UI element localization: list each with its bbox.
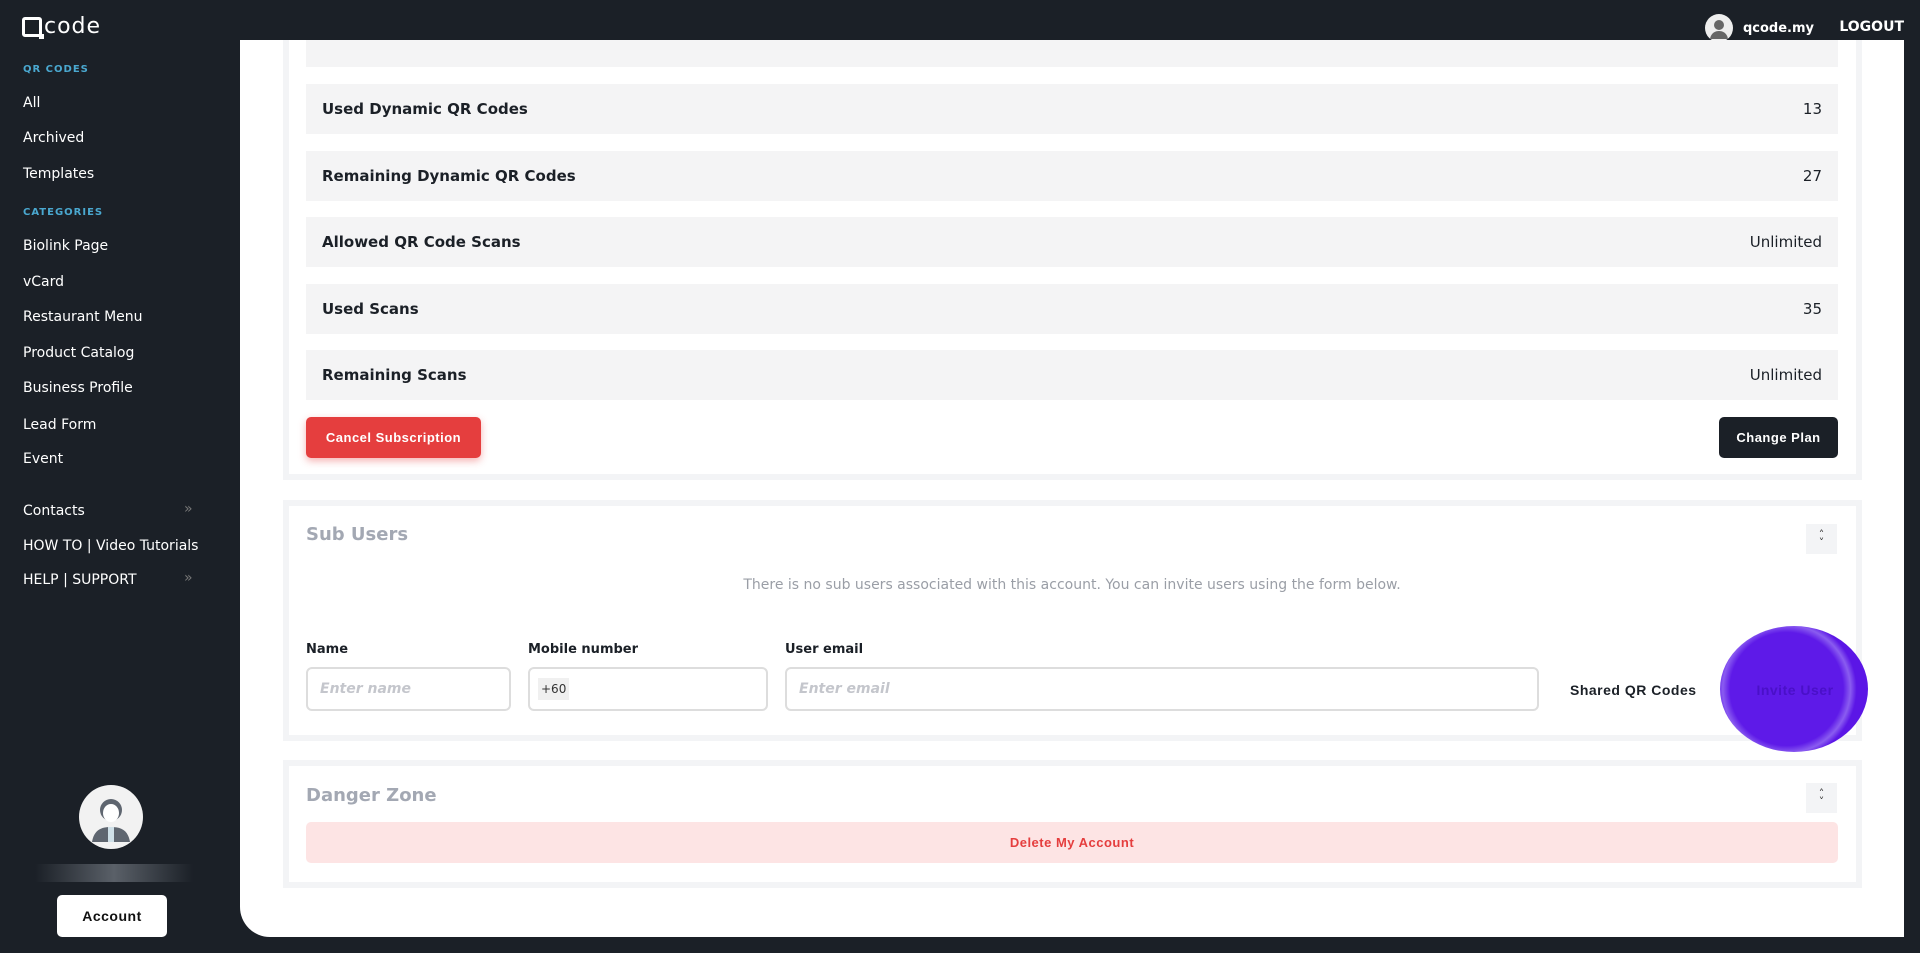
- row-label: Remaining Scans: [322, 366, 467, 384]
- user-menu[interactable]: qcode.my: [1704, 14, 1814, 42]
- email-input[interactable]: [785, 667, 1539, 711]
- plan-row: Remaining Dynamic QR Codes 27: [306, 151, 1838, 201]
- avatar: [1704, 14, 1733, 42]
- row-label: Used Dynamic QR Codes: [322, 100, 528, 118]
- delete-account-button[interactable]: Delete My Account: [306, 822, 1838, 863]
- row-label: Remaining Dynamic QR Codes: [322, 167, 576, 185]
- row-value: Unlimited: [1749, 233, 1822, 251]
- plan-row-partial: [306, 40, 1838, 67]
- sidebar-item-lead-form[interactable]: Lead Form: [23, 417, 96, 433]
- email-label: User email: [785, 642, 864, 657]
- sidebar-item-archived[interactable]: Archived: [23, 130, 84, 146]
- plan-row: Allowed QR Code Scans Unlimited: [306, 217, 1838, 267]
- logo[interactable]: code: [22, 14, 101, 39]
- collapse-toggle-icon[interactable]: ˄ ˅: [1806, 783, 1837, 813]
- chevron-double-right-icon: »: [184, 501, 193, 517]
- username-placeholder-bar: [35, 864, 193, 882]
- username: qcode.my: [1742, 20, 1814, 36]
- sidebar-item-help-support[interactable]: HELP | SUPPORT: [23, 572, 137, 588]
- sidebar-item-vcard[interactable]: vCard: [23, 274, 64, 290]
- sidebar-section-categories: CATEGORIES: [23, 207, 104, 218]
- sidebar-item-event[interactable]: Event: [23, 451, 63, 467]
- logout-link[interactable]: LOGOUT: [1839, 19, 1904, 35]
- qr-logo-icon: [22, 16, 44, 39]
- mobile-label: Mobile number: [528, 642, 639, 657]
- user-icon: [92, 799, 130, 842]
- sidebar-item-restaurant-menu[interactable]: Restaurant Menu: [23, 309, 143, 325]
- account-button[interactable]: Account: [57, 895, 167, 937]
- row-value: Unlimited: [1749, 366, 1822, 384]
- plan-row: Used Dynamic QR Codes 13: [306, 84, 1838, 134]
- country-code-prefix[interactable]: +60: [538, 678, 570, 700]
- name-label: Name: [306, 642, 349, 657]
- sidebar-item-product-catalog[interactable]: Product Catalog: [23, 345, 134, 361]
- row-value: 27: [1802, 167, 1822, 185]
- sidebar-item-biolink[interactable]: Biolink Page: [23, 238, 108, 254]
- row-label: Used Scans: [322, 300, 419, 318]
- sub-users-title: Sub Users: [306, 524, 409, 545]
- name-input[interactable]: [306, 667, 511, 711]
- chevron-double-right-icon: »: [184, 570, 193, 586]
- change-plan-button[interactable]: Change Plan: [1719, 417, 1838, 458]
- collapse-toggle-icon[interactable]: ˄ ˅: [1806, 524, 1837, 554]
- plan-row: Remaining Scans Unlimited: [306, 350, 1838, 400]
- empty-sub-users-message: There is no sub users associated with th…: [743, 577, 1401, 593]
- sidebar-item-all[interactable]: All: [23, 95, 40, 111]
- cancel-subscription-button[interactable]: Cancel Subscription: [306, 417, 481, 458]
- logo-text: code: [44, 14, 102, 39]
- sidebar-item-video-tutorials[interactable]: HOW TO | Video Tutorials: [23, 538, 198, 554]
- sidebar-item-business-profile[interactable]: Business Profile: [23, 380, 133, 396]
- sidebar-section-qr-codes: QR CODES: [23, 64, 89, 75]
- row-value: 35: [1802, 300, 1822, 318]
- danger-zone-title: Danger Zone: [306, 785, 437, 806]
- plan-row: Used Scans 35: [306, 284, 1838, 334]
- row-label: Allowed QR Code Scans: [322, 233, 521, 251]
- profile-avatar: [79, 785, 143, 849]
- mobile-input[interactable]: +60: [528, 667, 768, 711]
- sidebar-item-contacts[interactable]: Contacts: [23, 503, 85, 519]
- sidebar-item-templates[interactable]: Templates: [23, 166, 94, 182]
- invite-user-button[interactable]: Invite User: [1740, 670, 1850, 710]
- shared-qr-codes-label[interactable]: Shared QR Codes: [1570, 682, 1697, 698]
- row-value: 13: [1802, 100, 1822, 118]
